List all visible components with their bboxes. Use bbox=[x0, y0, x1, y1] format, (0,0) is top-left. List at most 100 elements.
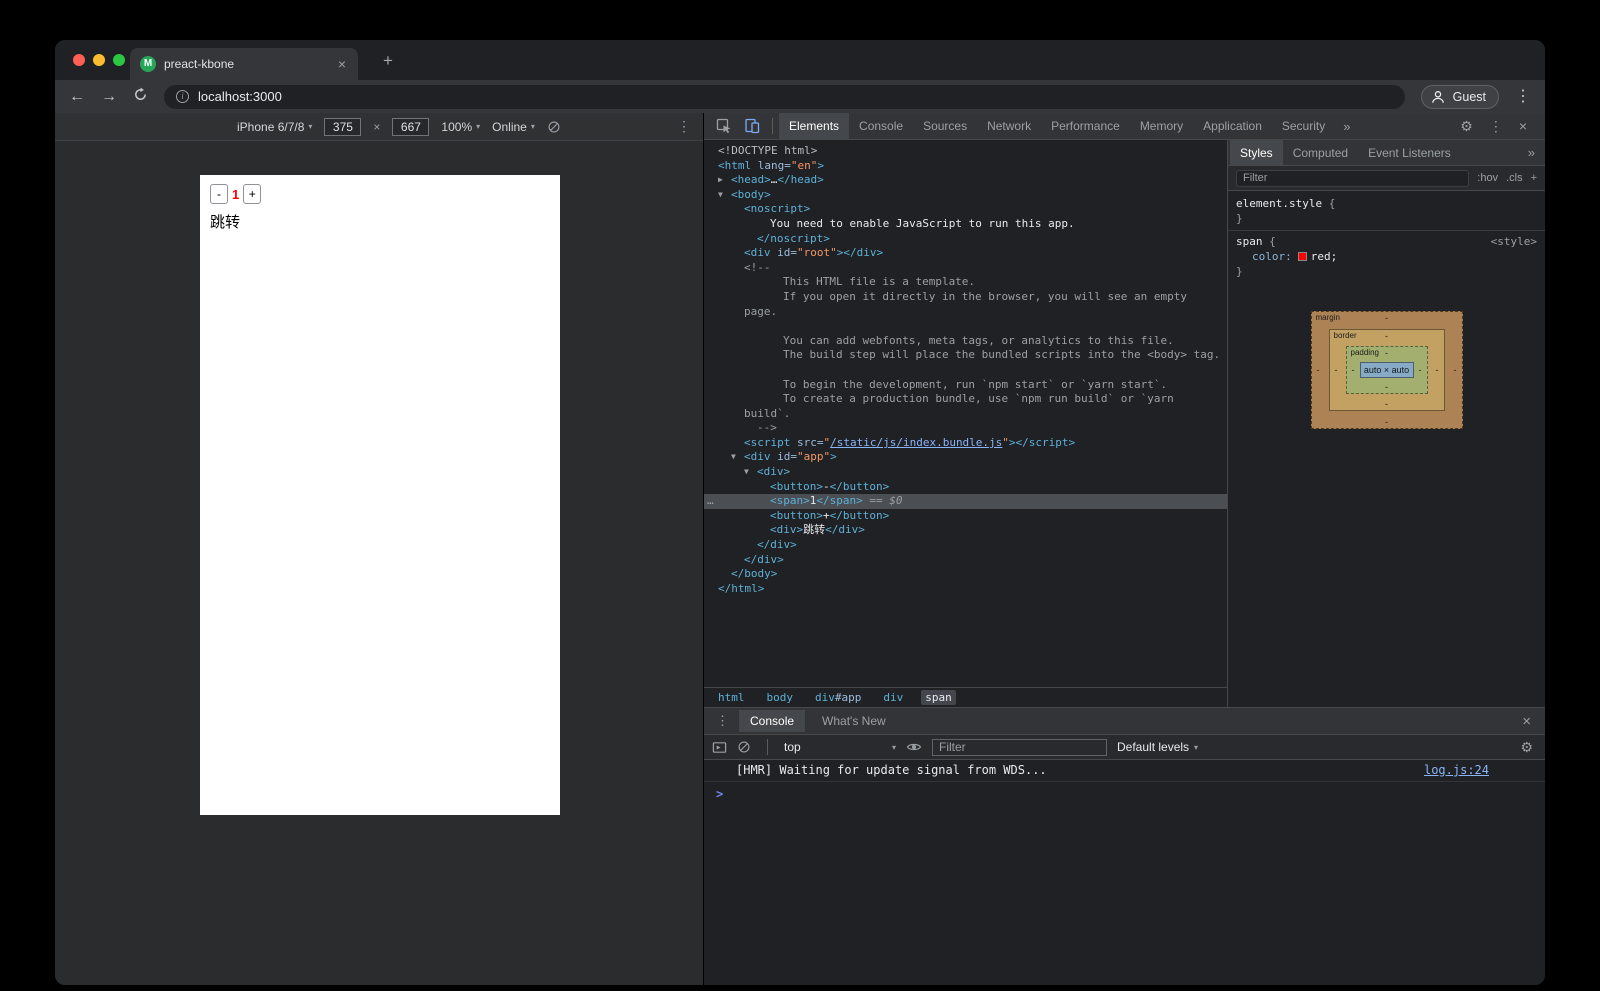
toggle-class-button[interactable]: .cls bbox=[1506, 172, 1523, 184]
tree-node[interactable]: <div>跳转</div> bbox=[704, 523, 1227, 538]
expand-arrow-open-icon[interactable]: ▼ bbox=[731, 450, 744, 465]
tree-node[interactable]: ▼<div id="app"> bbox=[704, 450, 1227, 465]
drawer-close-icon[interactable]: × bbox=[1516, 713, 1537, 730]
tree-node[interactable]: </body> bbox=[704, 567, 1227, 582]
tab-close-icon[interactable]: × bbox=[336, 57, 348, 71]
decrement-button[interactable]: - bbox=[210, 184, 228, 204]
zoom-select[interactable]: 100% ▾ bbox=[441, 120, 480, 134]
expand-arrow-closed-icon[interactable]: ▶ bbox=[718, 173, 731, 188]
increment-button[interactable]: + bbox=[243, 184, 261, 204]
devtools-tab-memory[interactable]: Memory bbox=[1130, 113, 1193, 139]
tab-styles[interactable]: Styles bbox=[1230, 140, 1283, 165]
tab-event-listeners[interactable]: Event Listeners bbox=[1358, 140, 1461, 165]
devtools-tab-security[interactable]: Security bbox=[1272, 113, 1335, 139]
live-expression-eye-icon[interactable] bbox=[906, 739, 922, 755]
tree-node[interactable]: </noscript> bbox=[704, 232, 1227, 247]
tree-node[interactable]: build`. bbox=[704, 407, 1227, 422]
devtools-tab-sources[interactable]: Sources bbox=[913, 113, 977, 139]
address-bar[interactable]: i localhost:3000 bbox=[164, 85, 1405, 109]
console-settings-gear-icon[interactable]: ⚙ bbox=[1520, 739, 1537, 756]
tree-node[interactable]: If you open it directly in the browser, … bbox=[704, 290, 1227, 305]
drawer-tab-whats-new[interactable]: What's New bbox=[811, 710, 897, 732]
box-model-content[interactable]: auto × auto bbox=[1360, 362, 1414, 378]
more-styles-tabs-icon[interactable]: » bbox=[1520, 140, 1543, 165]
browser-menu-icon[interactable]: ⋮ bbox=[1515, 89, 1531, 105]
color-swatch[interactable] bbox=[1298, 252, 1307, 261]
element-style-rule[interactable]: element.style { bbox=[1228, 196, 1545, 211]
box-model-border[interactable]: border - - - - padding - - bbox=[1329, 329, 1445, 411]
drawer-tab-console[interactable]: Console bbox=[739, 710, 805, 732]
new-tab-button[interactable]: + bbox=[377, 49, 399, 73]
expand-arrow-open-icon[interactable]: ▼ bbox=[744, 465, 757, 480]
tree-node[interactable]: </html> bbox=[704, 582, 1227, 597]
devtools-tab-console[interactable]: Console bbox=[849, 113, 913, 139]
breadcrumb-item-div#app[interactable]: div#app bbox=[811, 690, 865, 705]
box-model-margin[interactable]: margin - - - - border - - - bbox=[1311, 311, 1463, 429]
tree-node[interactable]: ▼<body> bbox=[704, 188, 1227, 203]
span-style-rule[interactable]: span { <style> bbox=[1228, 230, 1545, 249]
zoom-window-button[interactable] bbox=[113, 54, 125, 66]
tree-node[interactable]: You can add webfonts, meta tags, or anal… bbox=[704, 334, 1227, 349]
tree-node[interactable]: The build step will place the bundled sc… bbox=[704, 348, 1227, 363]
jump-link[interactable]: 跳转 bbox=[210, 211, 550, 232]
throttling-select[interactable]: Online ▾ bbox=[492, 120, 535, 134]
devtools-tab-application[interactable]: Application bbox=[1193, 113, 1272, 139]
more-tabs-icon[interactable]: » bbox=[1335, 113, 1358, 140]
tree-node[interactable]: <!DOCTYPE html> bbox=[704, 144, 1227, 159]
console-prompt[interactable]: > bbox=[704, 782, 1545, 801]
page-info-icon[interactable]: i bbox=[176, 90, 189, 103]
tree-node[interactable]: <noscript> bbox=[704, 202, 1227, 217]
tree-node[interactable]: To begin the development, run `npm start… bbox=[704, 378, 1227, 393]
devtools-menu-icon[interactable]: ⋮ bbox=[1489, 118, 1503, 135]
device-toolbar-menu-icon[interactable]: ⋮ bbox=[677, 118, 691, 135]
devtools-tab-elements[interactable]: Elements bbox=[779, 113, 849, 139]
close-window-button[interactable] bbox=[73, 54, 85, 66]
back-icon[interactable]: ← bbox=[69, 89, 85, 105]
tree-node[interactable]: </div> bbox=[704, 553, 1227, 568]
devtools-close-icon[interactable]: × bbox=[1519, 118, 1527, 134]
breadcrumb-item-span[interactable]: span bbox=[921, 690, 956, 705]
tree-node[interactable]: To create a production bundle, use `npm … bbox=[704, 392, 1227, 407]
rotate-viewport-icon[interactable] bbox=[547, 120, 561, 134]
tree-node[interactable]: You need to enable JavaScript to run thi… bbox=[704, 217, 1227, 232]
css-declaration[interactable]: color: red; bbox=[1228, 249, 1545, 264]
tree-node[interactable]: <html lang="en"> bbox=[704, 159, 1227, 174]
inspect-element-icon[interactable] bbox=[716, 118, 732, 134]
devtools-tab-performance[interactable]: Performance bbox=[1041, 113, 1130, 139]
execution-context-select[interactable]: top ▾ bbox=[784, 740, 896, 754]
box-model-padding[interactable]: padding - - - - auto × auto bbox=[1346, 346, 1428, 394]
browser-tab[interactable]: M preact-kbone × bbox=[130, 48, 358, 80]
devtools-tab-network[interactable]: Network bbox=[977, 113, 1041, 139]
tree-node[interactable]: ▼<div> bbox=[704, 465, 1227, 480]
tree-node[interactable] bbox=[704, 363, 1227, 378]
tree-node[interactable]: This HTML file is a template. bbox=[704, 275, 1227, 290]
reload-icon[interactable] bbox=[133, 87, 148, 106]
breadcrumb-item-body[interactable]: body bbox=[763, 690, 798, 705]
tree-node[interactable]: <button>+</button> bbox=[704, 509, 1227, 524]
minimize-window-button[interactable] bbox=[93, 54, 105, 66]
drawer-menu-icon[interactable]: ⋮ bbox=[712, 713, 733, 729]
style-source-link[interactable]: <style> bbox=[1491, 234, 1537, 249]
viewport-width-input[interactable] bbox=[324, 118, 361, 136]
tree-node[interactable]: --> bbox=[704, 421, 1227, 436]
device-toolbar-toggle-icon[interactable] bbox=[744, 118, 760, 134]
box-model-diagram[interactable]: margin - - - - border - - - bbox=[1228, 311, 1545, 429]
tree-node[interactable]: page. bbox=[704, 305, 1227, 320]
expand-arrow-open-icon[interactable]: ▼ bbox=[718, 188, 731, 203]
log-levels-select[interactable]: Default levels ▾ bbox=[1117, 740, 1198, 754]
breadcrumb-item-div[interactable]: div bbox=[879, 690, 907, 705]
log-source-link[interactable]: log.js:24 bbox=[1424, 763, 1489, 777]
breadcrumb-item-html[interactable]: html bbox=[714, 690, 749, 705]
device-type-select[interactable]: iPhone 6/7/8 ▾ bbox=[237, 120, 312, 134]
clear-console-icon[interactable] bbox=[737, 740, 751, 754]
tab-computed[interactable]: Computed bbox=[1283, 140, 1358, 165]
toggle-hover-button[interactable]: :hov bbox=[1477, 172, 1498, 184]
settings-gear-icon[interactable]: ⚙ bbox=[1460, 118, 1473, 135]
viewport-height-input[interactable] bbox=[392, 118, 429, 136]
tree-node[interactable]: <!-- bbox=[704, 261, 1227, 276]
forward-icon[interactable]: → bbox=[101, 89, 117, 105]
console-filter-input[interactable] bbox=[932, 739, 1107, 756]
tree-node[interactable]: ▶<head>…</head> bbox=[704, 173, 1227, 188]
tree-node[interactable] bbox=[704, 319, 1227, 334]
profile-button[interactable]: Guest bbox=[1421, 85, 1499, 109]
